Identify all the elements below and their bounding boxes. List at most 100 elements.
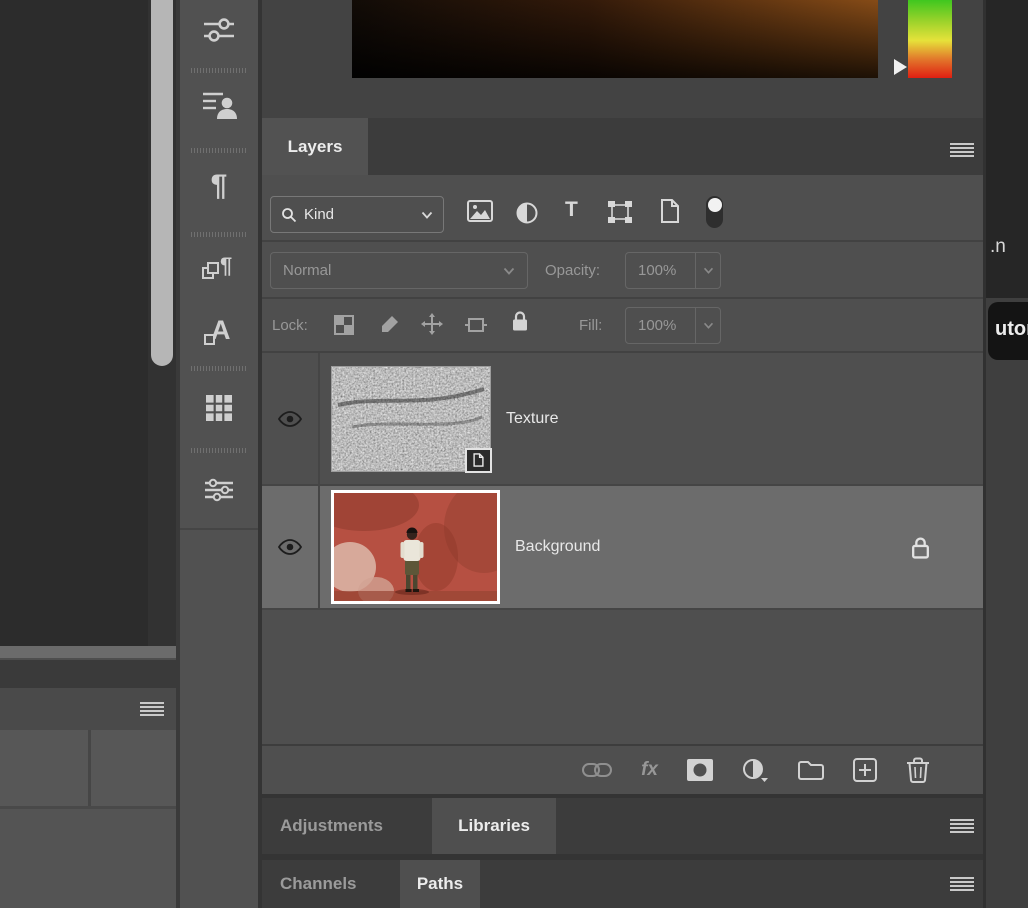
lock-label: Lock: [272,307,308,344]
link-icon [582,763,612,777]
glyphs-icon: ¶ [202,253,236,283]
panel-grip[interactable] [191,148,247,153]
chevron-down-icon [703,322,714,329]
divider [318,486,320,608]
trash-icon [906,757,930,783]
left-panel-body [0,730,176,908]
layers-panel-menu-icon[interactable] [950,143,974,157]
character-panel-button[interactable]: A [180,304,258,360]
divider [262,240,983,242]
fill-field[interactable]: 100% [625,307,721,344]
layer-thumbnail[interactable] [331,366,491,472]
gradient-arrow-icon[interactable] [894,59,907,75]
adjustment-sliders-panel-button[interactable] [180,2,258,58]
horizontal-scrollbar-track[interactable] [0,646,176,660]
layer-lock-badge[interactable] [911,536,930,559]
blend-mode-value: Normal [283,262,503,279]
layer-visibility-toggle[interactable] [262,486,318,608]
checkerboard-icon [334,315,354,335]
lock-position-button[interactable] [421,313,443,335]
chevron-down-icon [421,211,433,219]
chevron-down-icon [503,267,515,275]
layer-row-texture[interactable]: Texture [262,353,983,484]
folder-icon [798,760,824,780]
divider [262,297,983,299]
smart-object-page-icon [660,199,680,223]
horizontal-sliders-icon [203,478,235,502]
paragraph-styles-icon [201,89,237,119]
opacity-field[interactable]: 100% [625,252,721,289]
tab-libraries[interactable]: Libraries [432,798,556,854]
blend-mode-dropdown[interactable]: Normal [270,252,528,289]
filter-adjustment-layers-button[interactable] [516,202,538,224]
fill-dropdown-button[interactable] [695,308,720,343]
layer-filtering-toggle[interactable] [706,196,723,228]
filter-kind-dropdown[interactable]: Kind [270,196,444,233]
filter-smart-objects-button[interactable] [660,199,680,223]
kind-value: Kind [304,206,421,223]
adjustment-circle-icon [742,758,769,782]
vertical-scrollbar-thumb[interactable] [151,0,173,366]
panel-menu-icon[interactable] [950,819,974,833]
eye-icon [278,411,302,427]
layer-visibility-toggle[interactable] [262,353,318,484]
filter-pixel-layers-button[interactable] [467,200,493,222]
lock-pixels-button[interactable] [380,314,400,334]
grid-icon [206,395,232,421]
panel-grip[interactable] [191,68,247,73]
panel-grip[interactable] [191,232,247,237]
new-adjustment-layer-button[interactable] [742,758,769,782]
hue-strip[interactable] [908,0,952,78]
properties-panel-button[interactable] [180,462,258,518]
panel-menu-icon[interactable] [950,877,974,891]
cropped-text: utor [995,318,1028,341]
vertical-scrollbar-track[interactable] [148,0,176,646]
layer-name: Background [515,538,600,556]
tab-channels[interactable]: Channels [280,860,357,908]
glyphs-panel-button[interactable]: ¶ [180,240,258,296]
layer-thumbnail[interactable] [331,490,500,604]
layer-name: Texture [506,410,558,428]
new-layer-button[interactable] [853,758,877,782]
divider [318,353,320,484]
tab-layers[interactable]: Layers [262,118,368,175]
filter-type-layers-button[interactable]: T [565,198,578,222]
lock-all-button[interactable] [511,310,529,332]
add-layer-mask-button[interactable] [687,759,713,781]
paragraph-styles-panel-button[interactable] [180,76,258,132]
canvas-area [0,0,148,646]
smart-object-badge-icon [465,448,492,473]
lock-artboard-button[interactable] [465,315,487,335]
delete-layer-button[interactable] [906,757,930,783]
image-icon [467,200,493,222]
layer-row-background[interactable]: Background [262,486,983,608]
layer-style-button[interactable]: fx [641,759,658,781]
gradient-preview[interactable] [352,0,878,78]
new-group-button[interactable] [798,760,824,780]
gradient-editor-area [262,0,983,118]
fill-value: 100% [626,317,695,334]
link-layers-button[interactable] [582,763,612,777]
paragraph-panel-button[interactable]: ¶ [180,158,258,214]
brush-icon [380,314,400,334]
layers-tab-bar: Layers [262,118,983,175]
panel-menu-icon[interactable] [140,702,164,716]
cropped-panel-card[interactable]: utor [988,302,1028,360]
channels-paths-tab-bar: Channels Paths [262,860,983,908]
paragraph-icon: ¶ [211,171,228,201]
lock-transparency-button[interactable] [334,315,354,335]
divider [180,528,258,530]
panel-grip[interactable] [191,448,247,453]
tab-paths[interactable]: Paths [400,860,480,908]
padlock-icon [511,310,529,332]
tab-adjustments[interactable]: Adjustments [280,798,383,854]
color-table-panel-button[interactable] [180,380,258,436]
right-edge-panel: .n utor [986,0,1028,908]
left-panel-lower [0,809,176,908]
filter-shape-layers-button[interactable] [608,201,632,223]
panel-grip[interactable] [191,366,247,371]
opacity-dropdown-button[interactable] [695,253,720,288]
divider [88,730,91,806]
fill-label: Fill: [579,307,602,344]
artboard-icon [465,315,487,335]
